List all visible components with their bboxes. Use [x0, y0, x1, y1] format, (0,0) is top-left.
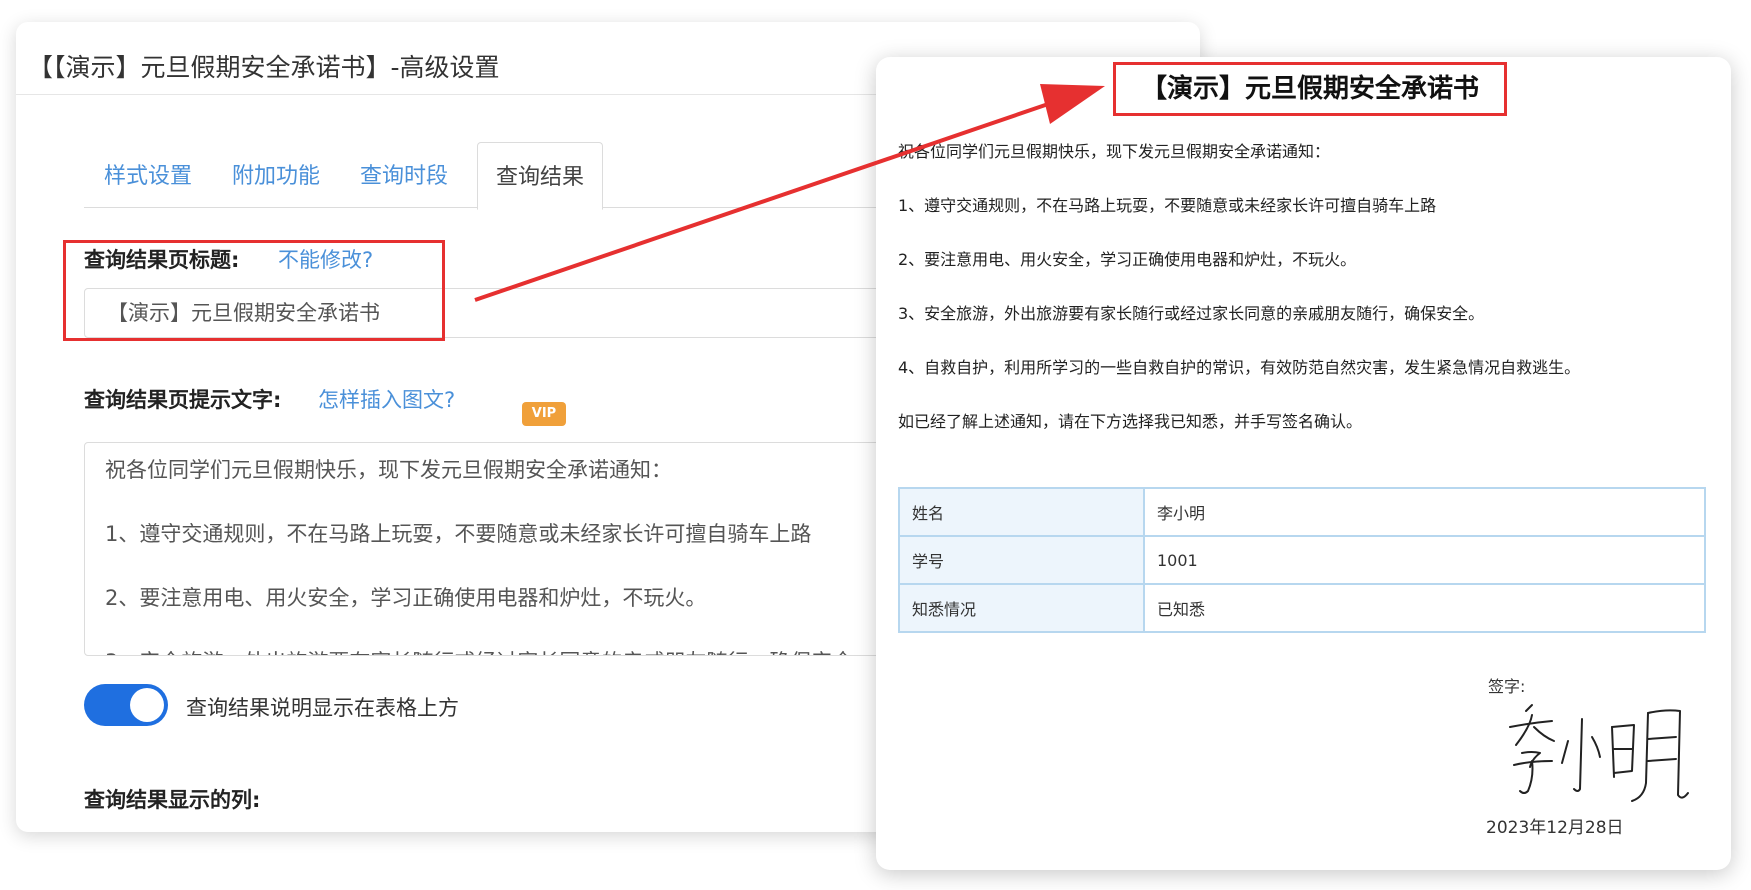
preview-notice-text: 祝各位同学们元旦假期快乐，现下发元旦假期安全承诺通知： 1、遵守交通规则，不在马…	[898, 139, 1708, 463]
result-info-table: 姓名 李小明 学号 1001 知悉情况 已知悉	[898, 487, 1706, 633]
table-value-cell: 李小明	[1143, 487, 1706, 537]
result-columns-label: 查询结果显示的列:	[84, 788, 261, 812]
notice-paragraph: 祝各位同学们元旦假期快乐，现下发元旦假期安全承诺通知：	[898, 142, 1331, 161]
notice-paragraph: 1、遵守交通规则，不在马路上玩耍，不要随意或未经家长许可擅自骑车上路	[898, 196, 1437, 215]
vip-badge: VIP	[522, 402, 566, 426]
preview-title-highlight-box: 【演示】元旦假期安全承诺书	[1113, 62, 1507, 116]
table-row: 姓名 李小明	[898, 487, 1706, 537]
notice-paragraph: 2、要注意用电、用火安全，学习正确使用电器和炉灶，不玩火。	[898, 250, 1357, 269]
table-key-cell: 知悉情况	[898, 583, 1145, 633]
notice-paragraph: 如已经了解上述通知，请在下方选择我已知悉，并手写签名确认。	[898, 412, 1363, 431]
result-preview-panel: 【演示】元旦假期安全承诺书 祝各位同学们元旦假期快乐，现下发元旦假期安全承诺通知…	[876, 57, 1731, 870]
title-highlight-box	[63, 240, 445, 341]
handwritten-signature	[1509, 704, 1689, 802]
tab-query-result[interactable]: 查询结果	[477, 142, 603, 210]
tip-text-label: 查询结果页提示文字:	[84, 388, 282, 412]
notice-paragraph: 4、自救自护，利用所学习的一些自救自护的常识，有效防范自然灾害，发生紧急情况自救…	[898, 358, 1581, 377]
signature-label: 签字:	[1488, 677, 1526, 696]
table-key-cell: 姓名	[898, 487, 1145, 537]
signature-date: 2023年12月28日	[1486, 818, 1624, 838]
table-value-cell: 1001	[1143, 535, 1706, 585]
toggle-knob	[130, 688, 164, 722]
tab-query-period[interactable]: 查询时段	[340, 142, 468, 208]
tab-style-settings[interactable]: 样式设置	[84, 142, 212, 208]
preview-title: 【演示】元旦假期安全承诺书	[1140, 74, 1479, 104]
notice-paragraph: 3、安全旅游，外出旅游要有家长随行或经过家长同意的亲戚朋友随行，确保安全。	[898, 304, 1485, 323]
tab-extra-features[interactable]: 附加功能	[212, 142, 340, 208]
table-row: 知悉情况 已知悉	[898, 583, 1706, 633]
insert-image-help-link[interactable]: 怎样插入图文?	[318, 384, 455, 414]
toggle-label: 查询结果说明显示在表格上方	[186, 696, 459, 720]
panel-title: 【【演示】元旦假期安全承诺书】-高级设置	[28, 53, 500, 82]
show-above-table-toggle[interactable]	[84, 684, 168, 726]
table-row: 学号 1001	[898, 535, 1706, 585]
table-key-cell: 学号	[898, 535, 1145, 585]
table-value-cell: 已知悉	[1143, 583, 1706, 633]
